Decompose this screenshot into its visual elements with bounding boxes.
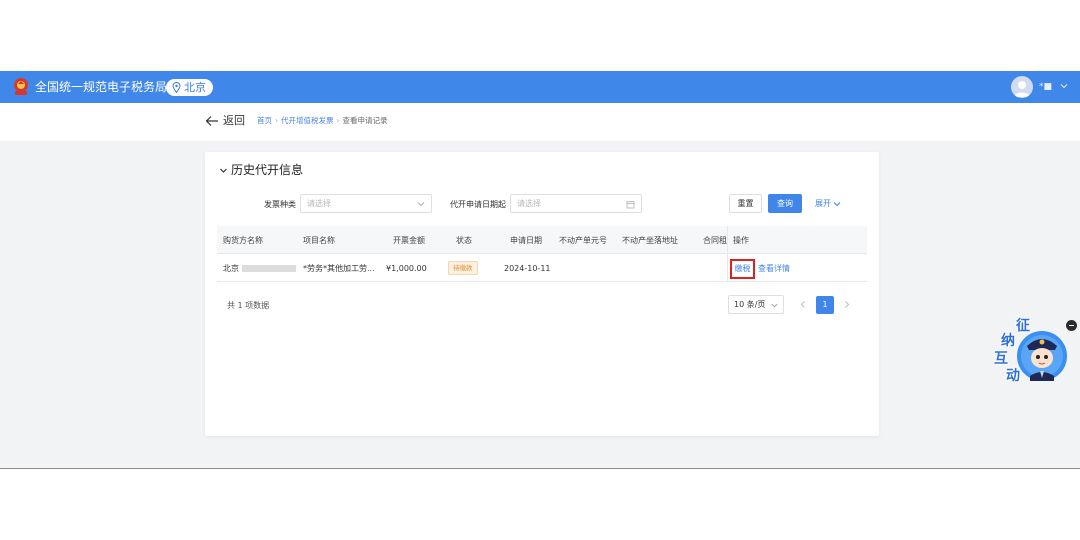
page-number-button[interactable]: 1 bbox=[816, 296, 834, 314]
collapse-chevron-icon[interactable] bbox=[219, 166, 228, 175]
back-arrow-icon[interactable] bbox=[205, 115, 219, 127]
user-name[interactable]: *■ bbox=[1039, 80, 1052, 94]
expand-label: 展开 bbox=[815, 199, 831, 208]
top-header-bar: 全国统一规范电子税务局 北京 *■ bbox=[0, 71, 1080, 103]
user-avatar[interactable] bbox=[1011, 76, 1033, 98]
column-header: 项目名称 bbox=[303, 236, 335, 245]
invoice-type-select[interactable]: 请选择 bbox=[300, 194, 432, 213]
column-header: 不动产单元号 bbox=[559, 236, 607, 245]
mascot-char: 动 bbox=[1006, 368, 1020, 384]
chevron-down-icon bbox=[771, 303, 778, 308]
pay-tax-link[interactable]: 缴税 bbox=[730, 259, 755, 279]
apply-date-label: 代开申请日期起 bbox=[450, 200, 506, 209]
buyer-name-cell: 北京 bbox=[223, 263, 296, 274]
status-badge: 待缴款 bbox=[448, 261, 478, 275]
amount-cell: ¥1,000.00 bbox=[386, 264, 427, 273]
invoice-type-label: 发票种类 bbox=[264, 200, 296, 209]
total-count: 共 1 项数据 bbox=[227, 301, 270, 310]
location-pin-icon bbox=[172, 82, 181, 93]
breadcrumb-separator: › bbox=[275, 116, 278, 125]
mascot-char: 征 bbox=[1016, 318, 1030, 334]
calendar-icon bbox=[626, 201, 635, 209]
column-header: 开票金额 bbox=[393, 236, 425, 245]
mascot-minimize-button[interactable] bbox=[1066, 320, 1077, 331]
operations-cell: 缴税 查看详情 bbox=[727, 254, 867, 281]
table-row: 北京 *劳务*其他加工劳... ¥1,000.00 待缴款 2024-10-11… bbox=[217, 254, 867, 282]
query-button[interactable]: 查询 bbox=[768, 194, 802, 213]
column-header: 合同租赁 bbox=[703, 236, 727, 245]
minus-icon bbox=[1069, 325, 1074, 326]
apply-date-picker[interactable]: 请选择 bbox=[510, 194, 642, 213]
table-header: 购货方名称 项目名称 开票金额 状态 申请日期 不动产单元号 不动产坐落地址 合… bbox=[217, 226, 867, 254]
page-size-label: 10 条/页 bbox=[734, 300, 766, 309]
item-name-cell: *劳务*其他加工劳... bbox=[303, 264, 375, 273]
region-selector[interactable]: 北京 bbox=[166, 79, 213, 96]
redacted-text bbox=[242, 265, 296, 272]
section-title: 历史代开信息 bbox=[231, 163, 304, 177]
view-details-link[interactable]: 查看详情 bbox=[758, 263, 790, 274]
breadcrumb-current: 查看申请记录 bbox=[342, 116, 388, 125]
navigation-bar: 返回 首页 › 代开增值税发票 › 查看申请记录 bbox=[0, 103, 1080, 141]
column-header: 不动产坐落地址 bbox=[622, 236, 678, 245]
breadcrumb-vat-invoice[interactable]: 代开增值税发票 bbox=[281, 116, 334, 125]
mascot-char: 纳 bbox=[1001, 333, 1015, 349]
next-page-icon[interactable] bbox=[843, 300, 851, 309]
breadcrumb-home[interactable]: 首页 bbox=[257, 116, 272, 125]
browser-frame: 全国统一规范电子税务局 北京 *■ 返回 首页 › 代开增值税发票 › 查看申请记录 bbox=[0, 71, 1080, 469]
tax-emblem-icon bbox=[14, 78, 28, 95]
mascot-char: 互 bbox=[994, 351, 1008, 367]
apply-date-cell: 2024-10-11 bbox=[504, 264, 551, 273]
prev-page-icon[interactable] bbox=[799, 300, 807, 309]
invoice-type-placeholder: 请选择 bbox=[307, 199, 331, 208]
apply-date-placeholder: 请选择 bbox=[517, 199, 541, 208]
chevron-down-icon bbox=[417, 202, 425, 207]
reset-button[interactable]: 重置 bbox=[729, 194, 762, 213]
column-header: 购货方名称 bbox=[223, 236, 263, 245]
breadcrumb: 首页 › 代开增值税发票 › 查看申请记录 bbox=[257, 115, 388, 127]
buyer-name: 北京 bbox=[223, 264, 239, 273]
chevron-down-icon bbox=[833, 201, 841, 206]
user-icon bbox=[1014, 81, 1030, 97]
site-title: 全国统一规范电子税务局 bbox=[35, 80, 168, 94]
region-label: 北京 bbox=[184, 81, 206, 94]
expand-button[interactable]: 展开 bbox=[815, 198, 841, 209]
page-size-select[interactable]: 10 条/页 bbox=[728, 295, 784, 314]
breadcrumb-separator: › bbox=[336, 116, 340, 125]
chevron-down-icon[interactable] bbox=[1060, 82, 1068, 90]
column-header: 状态 bbox=[456, 236, 472, 245]
column-header: 操作 bbox=[733, 236, 749, 245]
column-header: 申请日期 bbox=[510, 236, 542, 245]
back-button[interactable]: 返回 bbox=[223, 113, 245, 129]
history-card: 历史代开信息 发票种类 请选择 代开申请日期起 请选择 重置 查询 展开 购货方… bbox=[205, 152, 879, 436]
operations-column-header: 操作 bbox=[727, 226, 867, 253]
